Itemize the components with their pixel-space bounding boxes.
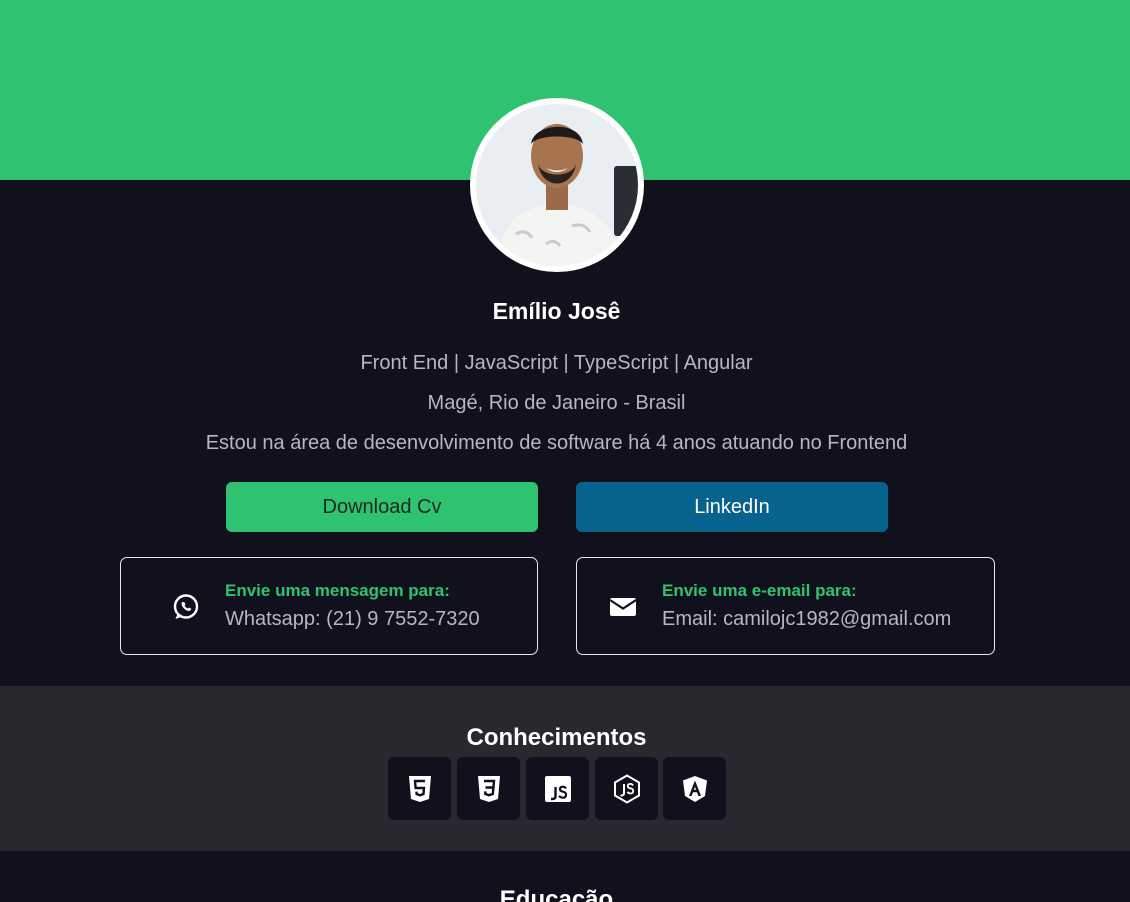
envelope-icon [609, 598, 637, 616]
skill-css3 [457, 757, 520, 820]
profile-name: Emílio Josê [492, 298, 621, 324]
avatar-photo [476, 104, 638, 266]
avatar [470, 98, 644, 272]
whatsapp-icon [173, 594, 199, 619]
javascript-icon [544, 775, 571, 802]
email-address[interactable]: Email: camilojc1982@gmail.com [662, 608, 951, 631]
email-contact-card[interactable]: Envie uma e-email para: Email: camilojc1… [576, 557, 995, 655]
skill-html5 [388, 757, 451, 820]
download-cv-button[interactable]: Download Cv [226, 482, 538, 532]
angular-icon [682, 775, 707, 802]
whatsapp-label: Envie uma mensagem para: [225, 581, 450, 600]
skill-javascript [526, 757, 589, 820]
html5-icon [408, 775, 431, 802]
skill-angular [663, 757, 726, 820]
education-title: Educação [499, 886, 614, 902]
profile-headline: Front End | JavaScript | TypeScript | An… [360, 352, 753, 374]
skills-section: Conhecimentos [0, 686, 1130, 851]
email-label: Envie uma e-email para: [662, 581, 857, 600]
skills-title: Conhecimentos [466, 724, 647, 751]
whatsapp-number[interactable]: Whatsapp: (21) 9 7552-7320 [225, 608, 480, 631]
skill-nodejs [595, 757, 658, 820]
nodejs-icon [613, 773, 640, 804]
css3-icon [477, 775, 500, 802]
linkedin-button[interactable]: LinkedIn [576, 482, 888, 532]
profile-location: Magé, Rio de Janeiro - Brasil [427, 392, 686, 414]
profile-bio: Estou na área de desenvolvimento de soft… [205, 432, 908, 454]
whatsapp-contact-card[interactable]: Envie uma mensagem para: Whatsapp: (21) … [120, 557, 538, 655]
